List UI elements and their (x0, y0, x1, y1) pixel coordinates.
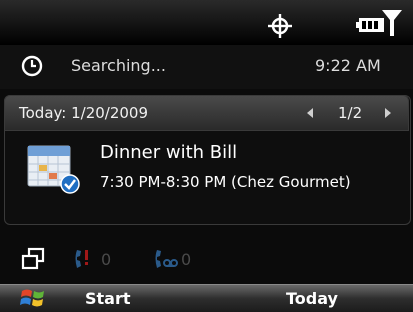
calendar-date: Today: 1/20/2009 (19, 104, 149, 122)
voicemail-icon[interactable] (154, 248, 178, 270)
signal-icon[interactable] (382, 10, 402, 36)
missed-call-count: 0 (101, 250, 112, 269)
voicemail-count: 0 (181, 250, 192, 269)
clock-icon (21, 55, 43, 77)
battery-icon[interactable] (356, 18, 384, 32)
missed-call-icon[interactable] (74, 248, 92, 270)
clock-time[interactable]: 9:22 AM (315, 56, 381, 75)
status-bar (0, 0, 413, 45)
windows-flag-icon[interactable] (18, 285, 48, 311)
start-softkey[interactable]: Start (85, 289, 131, 308)
softkey-bar (0, 284, 413, 312)
calendar-icon (27, 145, 80, 194)
notification-row (0, 236, 413, 282)
appointment-time: 7:30 PM-8:30 PM (Chez Gourmet) (100, 173, 351, 191)
gps-crosshair-icon (268, 14, 292, 38)
appointment-title[interactable]: Dinner with Bill (100, 142, 237, 163)
task-switcher-icon[interactable] (21, 247, 45, 271)
page-indicator: 1/2 (338, 104, 363, 122)
gps-status-text: Searching... (71, 56, 166, 75)
previous-arrow-icon[interactable] (303, 104, 317, 122)
today-softkey[interactable]: Today (286, 289, 338, 308)
next-arrow-icon[interactable] (381, 104, 395, 122)
